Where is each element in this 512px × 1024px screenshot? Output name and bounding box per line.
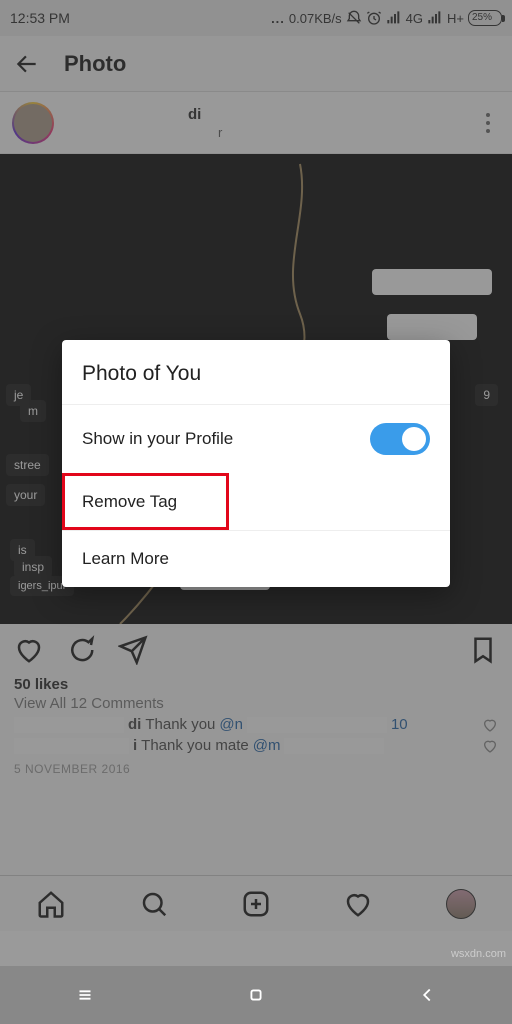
screenshot-bg [0, 931, 512, 966]
photo-tag[interactable] [372, 269, 492, 295]
photo-tag[interactable]: insp [14, 556, 52, 578]
toggle-switch[interactable] [370, 423, 430, 455]
learn-more-row[interactable]: Learn More [62, 530, 450, 587]
like-comment-icon[interactable] [482, 738, 498, 754]
redacted-bar [247, 717, 387, 733]
back-nav-icon[interactable] [416, 984, 438, 1006]
photo-tag[interactable]: m [20, 400, 46, 422]
signal-icon-2 [427, 10, 443, 26]
signal-icon [386, 10, 402, 26]
recents-icon[interactable] [74, 984, 96, 1006]
row-label: Learn More [82, 549, 169, 569]
bookmark-icon[interactable] [468, 635, 498, 665]
photo-tag-dialog: Photo of You Show in your Profile Remove… [62, 340, 450, 587]
comment-row: di Thank you @n 10 [0, 714, 512, 735]
profile-tab-icon[interactable] [446, 889, 476, 919]
home-nav-icon[interactable] [245, 984, 267, 1006]
android-nav-bar [0, 966, 512, 1024]
battery-icon: 25% [468, 10, 502, 26]
app-frame: 12:53 PM 0.07KB/s 4G H+ 25% Photo di [0, 0, 512, 931]
back-arrow-icon[interactable] [14, 51, 40, 77]
photo-tag[interactable]: your [6, 484, 45, 506]
more-options-icon[interactable] [476, 111, 500, 135]
show-in-profile-row[interactable]: Show in your Profile [62, 404, 450, 473]
likes-count[interactable]: 50 likes [0, 676, 512, 693]
add-post-icon[interactable] [241, 889, 271, 919]
photo-tag[interactable]: stree [6, 454, 49, 476]
redacted-bar [14, 717, 124, 733]
mention-link[interactable]: @m [253, 737, 281, 754]
username-suffix: di [188, 106, 201, 123]
comment-row: i Thank you mate @m [0, 735, 512, 756]
net-speed: 0.07KB/s [289, 11, 342, 26]
bottom-nav [0, 875, 512, 931]
username-block[interactable]: di r [66, 105, 464, 140]
remove-tag-row[interactable]: Remove Tag [62, 473, 229, 530]
view-comments-link[interactable]: View All 12 Comments [0, 693, 512, 714]
post-header: di r [0, 92, 512, 154]
row-label: Remove Tag [82, 492, 177, 512]
redacted-bar [66, 126, 216, 140]
net-type-2: H+ [447, 11, 464, 26]
home-icon[interactable] [36, 889, 66, 919]
alarm-icon [366, 10, 382, 26]
subtitle-suffix: r [218, 125, 222, 140]
post-actions [0, 624, 512, 676]
page-title: Photo [64, 51, 126, 77]
redacted-bar [284, 738, 384, 754]
comment-icon[interactable] [66, 635, 96, 665]
share-icon[interactable] [118, 635, 148, 665]
photo-tag[interactable]: 9 [475, 384, 498, 406]
avatar[interactable] [12, 102, 54, 144]
status-bar: 12:53 PM 0.07KB/s 4G H+ 25% [0, 0, 512, 36]
status-right: 0.07KB/s 4G H+ 25% [271, 10, 502, 26]
mute-icon [346, 10, 362, 26]
redacted-bar [66, 105, 186, 123]
more-dots-icon [271, 11, 285, 26]
activity-icon[interactable] [343, 889, 373, 919]
redacted-bar [14, 738, 129, 754]
mention-link[interactable]: @n [219, 716, 243, 733]
clock: 12:53 PM [10, 10, 70, 26]
row-label: Show in your Profile [82, 429, 233, 449]
dialog-title: Photo of You [62, 340, 450, 404]
post-date: 5 NOVEMBER 2016 [0, 756, 512, 782]
photo-tag[interactable] [387, 314, 477, 340]
app-header: Photo [0, 36, 512, 92]
net-type-1: 4G [406, 11, 423, 26]
like-icon[interactable] [14, 635, 44, 665]
search-icon[interactable] [139, 889, 169, 919]
watermark: wsxdn.com [451, 948, 506, 960]
like-comment-icon[interactable] [482, 717, 498, 733]
